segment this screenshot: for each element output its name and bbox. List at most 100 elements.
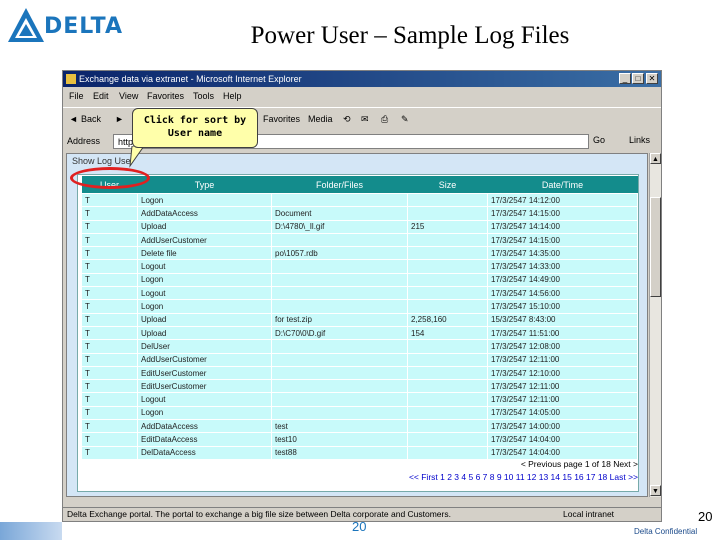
- table-cell: T: [81, 432, 138, 447]
- table-cell: [407, 379, 488, 394]
- table-cell: [271, 192, 408, 208]
- footer-number: 20: [352, 519, 367, 534]
- table-cell: 17/3/2547 11:51:00: [487, 325, 638, 341]
- callout-tail: [129, 146, 145, 168]
- print-icon[interactable]: ⎙: [381, 114, 388, 125]
- table-cell: Logon: [137, 192, 272, 208]
- log-table-body: T Logon 17/3/2547 14:12:00 T AddDataAccess Do…: [81, 192, 638, 460]
- table-row: T Logout 17/3/2547 14:56:00: [81, 286, 638, 301]
- table-cell: 15/3/2547 8:43:00: [487, 312, 638, 327]
- table-cell: [271, 272, 408, 288]
- table-cell: Upload: [137, 312, 272, 327]
- table-cell: [407, 405, 488, 421]
- zone-text: Local intranet: [563, 509, 615, 519]
- table-cell: T: [81, 206, 138, 221]
- table-cell: [271, 232, 408, 248]
- scroll-up-icon[interactable]: ▲: [650, 153, 661, 164]
- table-cell: Logon: [137, 405, 272, 421]
- table-cell: T: [81, 246, 138, 261]
- table-cell: T: [81, 339, 138, 354]
- history-icon[interactable]: ⟲: [343, 114, 351, 125]
- table-cell: 17/3/2547 14:00:00: [487, 419, 638, 434]
- table-row: T AddUserCustomer 17/3/2547 14:15:00: [81, 232, 638, 248]
- media-button[interactable]: Media: [308, 114, 333, 124]
- menu-tools[interactable]: Tools: [193, 91, 214, 101]
- header-type[interactable]: Type: [137, 176, 272, 194]
- table-row: T Upload for test.zip 2,258,160 15/3/2547 8:…: [81, 312, 638, 327]
- header-size[interactable]: Size: [407, 176, 488, 194]
- table-cell: T: [81, 365, 138, 381]
- table-cell: Upload: [137, 219, 272, 234]
- logo-text: DELTA: [44, 14, 123, 39]
- favorites-button[interactable]: Favorites: [263, 114, 300, 124]
- minimize-button[interactable]: _: [619, 73, 631, 84]
- back-icon[interactable]: ◄: [69, 114, 78, 124]
- menubar: File Edit View Favorites Tools Help: [63, 88, 661, 106]
- mail-icon[interactable]: ✉: [361, 114, 369, 125]
- table-cell: for test.zip: [271, 312, 408, 327]
- menu-edit[interactable]: Edit: [93, 91, 109, 101]
- table-cell: Delete file: [137, 246, 272, 261]
- table-cell: Logon: [137, 272, 272, 288]
- menu-view[interactable]: View: [119, 91, 138, 101]
- window-titlebar: Exchange data via extranet - Microsoft I…: [63, 71, 661, 87]
- table-row: T AddUserCustomer 17/3/2547 12:11:00: [81, 352, 638, 367]
- status-text: Delta Exchange portal. The portal to exc…: [67, 509, 451, 519]
- close-button[interactable]: ✕: [646, 73, 658, 84]
- scroll-down-icon[interactable]: ▼: [650, 485, 661, 496]
- table-cell: 17/3/2547 12:10:00: [487, 365, 638, 381]
- links-button[interactable]: Links: [629, 135, 650, 145]
- table-cell: Logon: [137, 299, 272, 314]
- menu-file[interactable]: File: [69, 91, 84, 101]
- go-button[interactable]: Go: [593, 135, 605, 145]
- table-row: T AddDataAccess test 17/3/2547 14:00:00: [81, 419, 638, 434]
- table-cell: [407, 365, 488, 381]
- edit-icon[interactable]: ✎: [401, 114, 409, 125]
- vertical-scrollbar[interactable]: ▲ ▼: [649, 153, 661, 497]
- table-row: T Logon 17/3/2547 14:49:00: [81, 272, 638, 288]
- table-cell: 17/3/2547 12:11:00: [487, 392, 638, 407]
- table-cell: T: [81, 219, 138, 234]
- table-cell: [271, 392, 408, 407]
- table-cell: po\1057.rdb: [271, 246, 408, 261]
- table-cell: AddDataAccess: [137, 419, 272, 434]
- table-cell: [271, 286, 408, 301]
- table-row: T Logout 17/3/2547 12:11:00: [81, 392, 638, 407]
- scroll-thumb[interactable]: [650, 197, 661, 297]
- header-folder-files[interactable]: Folder/Files: [271, 176, 408, 194]
- frame-title: Show Log User: [72, 156, 134, 166]
- table-row: T Upload D:\C70\0\D.gif 154 17/3/2547 11:51:…: [81, 325, 638, 341]
- table-row: T DelDataAccess test88 17/3/2547 14:04:00: [81, 445, 638, 460]
- table-row: T EditUserCustomer 17/3/2547 12:10:00: [81, 365, 638, 381]
- table-cell: 17/3/2547 14:15:00: [487, 232, 638, 248]
- table-cell: EditDataAccess: [137, 432, 272, 447]
- table-cell: DelUser: [137, 339, 272, 354]
- table-cell: 17/3/2547 14:14:00: [487, 219, 638, 234]
- table-cell: T: [81, 419, 138, 434]
- window-title: Exchange data via extranet - Microsoft I…: [79, 74, 302, 84]
- forward-icon[interactable]: ►: [115, 114, 124, 124]
- table-cell: EditUserCustomer: [137, 379, 272, 394]
- menu-favorites[interactable]: Favorites: [147, 91, 184, 101]
- back-button[interactable]: Back: [81, 114, 101, 124]
- slide-bottom-bar: [0, 522, 62, 540]
- user-column-highlight: [70, 167, 150, 189]
- pager-pages[interactable]: << First 1 2 3 4 5 6 7 8 9 10 11 12 13 1…: [378, 472, 638, 482]
- maximize-button[interactable]: □: [632, 73, 644, 84]
- table-cell: 17/3/2547 14:12:00: [487, 192, 638, 208]
- table-cell: [271, 379, 408, 394]
- table-cell: [271, 299, 408, 314]
- slide-title: Power User – Sample Log Files: [250, 22, 570, 49]
- table-cell: [407, 339, 488, 354]
- menu-help[interactable]: Help: [223, 91, 242, 101]
- table-cell: 17/3/2547 14:15:00: [487, 206, 638, 221]
- pager-nav[interactable]: < Previous page 1 of 18 Next >: [378, 459, 638, 469]
- table-cell: EditUserCustomer: [137, 365, 272, 381]
- table-cell: T: [81, 379, 138, 394]
- table-cell: test10: [271, 432, 408, 447]
- header-date-time[interactable]: Date/Time: [487, 176, 638, 194]
- table-cell: [407, 206, 488, 221]
- table-cell: [271, 259, 408, 274]
- table-cell: T: [81, 312, 138, 327]
- table-cell: Logout: [137, 286, 272, 301]
